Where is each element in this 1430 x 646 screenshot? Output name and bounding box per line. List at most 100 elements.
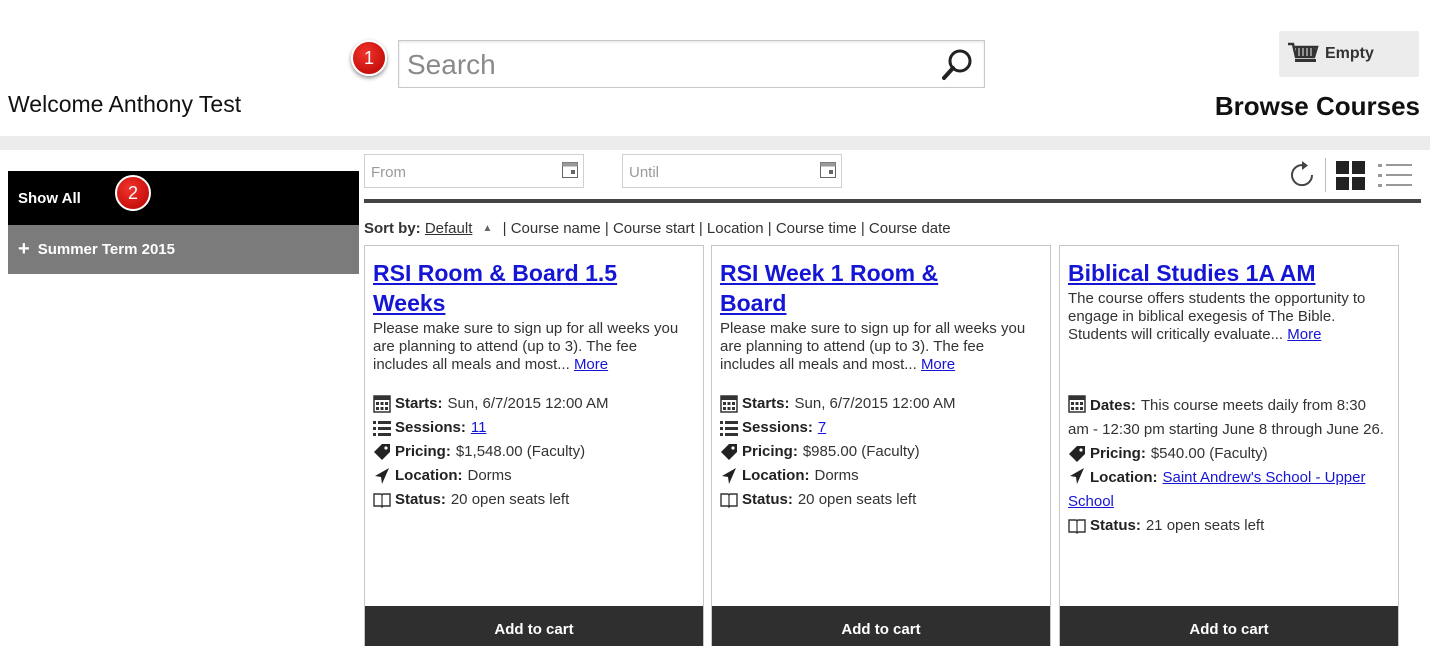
- price-tag-icon: [374, 444, 390, 460]
- starts-label: Starts:: [395, 395, 443, 412]
- sidebar: Show All + Summer Term 2015: [8, 171, 359, 274]
- price-tag-icon: [721, 444, 737, 460]
- pricing-label: Pricing:: [1090, 445, 1146, 462]
- course-description: Please make sure to sign up for all week…: [373, 320, 695, 374]
- sessions-label: Sessions:: [395, 419, 466, 436]
- location-arrow-icon: [375, 468, 389, 484]
- list-view-icon[interactable]: [1377, 160, 1413, 192]
- sidebar-item-label: Summer Term 2015: [37, 241, 175, 258]
- course-card: RSI Week 1 Room & Board Please make sure …: [711, 245, 1051, 646]
- calendar-icon: [720, 395, 738, 413]
- status-row: Status: 20 open seats left: [373, 488, 695, 512]
- description-text: Please make sure to sign up for all week…: [720, 320, 1026, 373]
- step-badge-2: 2: [115, 175, 151, 211]
- course-title-line[interactable]: Board: [720, 290, 786, 316]
- calendar-icon: [373, 395, 391, 413]
- calendar-icon[interactable]: [561, 161, 579, 179]
- location-arrow-icon: [1070, 468, 1084, 484]
- course-meta: Dates: This course meets daily from 8:30 …: [1068, 394, 1390, 538]
- refresh-icon[interactable]: [1285, 158, 1319, 192]
- sessions-label: Sessions:: [742, 419, 813, 436]
- starts-label: Starts:: [742, 395, 790, 412]
- course-title-line[interactable]: Weeks: [373, 290, 445, 316]
- sort-option-default[interactable]: Default: [425, 220, 473, 237]
- status-value: 20 open seats left: [797, 491, 917, 508]
- course-meta: Starts: Sun, 6/7/2015 12:00 AM Sessions: 7…: [720, 392, 1042, 512]
- course-title-line[interactable]: RSI Room & Board 1.5: [373, 260, 617, 286]
- sort-ascending-icon: ▲: [482, 223, 493, 234]
- sidebar-item-summer-term-2015[interactable]: + Summer Term 2015: [8, 225, 359, 274]
- book-icon: [1068, 519, 1086, 534]
- until-date-input[interactable]: [629, 161, 789, 183]
- numbered-list-icon: [720, 421, 738, 436]
- location-row: Location: Saint Andrew's School - Upper S…: [1068, 466, 1390, 514]
- toolbar-divider: [364, 199, 1421, 203]
- until-date-field[interactable]: [622, 154, 842, 188]
- sort-options[interactable]: | Course name | Course start | Location …: [503, 220, 951, 237]
- numbered-list-icon: [373, 421, 391, 436]
- toolbar-separator: [1325, 158, 1326, 192]
- course-title-link[interactable]: RSI Room & Board 1.5 Weeks: [373, 258, 695, 318]
- more-link[interactable]: More: [1287, 326, 1321, 343]
- add-to-cart-button[interactable]: Add to cart: [365, 606, 703, 646]
- location-label: Location:: [742, 467, 810, 484]
- cart-status: Empty: [1325, 45, 1374, 62]
- more-link[interactable]: More: [921, 356, 955, 373]
- course-card: RSI Room & Board 1.5 Weeks Please make su…: [364, 245, 704, 646]
- shopping-cart-icon: [1288, 42, 1319, 62]
- course-title-line[interactable]: RSI Week 1 Room &: [720, 260, 938, 286]
- sidebar-item-show-all[interactable]: Show All: [8, 171, 359, 225]
- sidebar-item-label: Show All: [18, 189, 81, 207]
- expand-plus-icon: +: [18, 238, 30, 260]
- starts-row: Starts: Sun, 6/7/2015 12:00 AM: [720, 392, 1042, 416]
- status-row: Status: 21 open seats left: [1068, 514, 1390, 538]
- status-label: Status:: [742, 491, 793, 508]
- course-description: Please make sure to sign up for all week…: [720, 320, 1042, 374]
- header-divider-band: [0, 136, 1430, 150]
- status-row: Status: 20 open seats left: [720, 488, 1042, 512]
- calendar-icon[interactable]: [819, 161, 837, 179]
- status-value: 21 open seats left: [1145, 517, 1265, 534]
- more-link[interactable]: More: [574, 356, 608, 373]
- sort-label: Sort by:: [364, 220, 421, 237]
- dates-row: Dates: This course meets daily from 8:30 …: [1068, 394, 1390, 442]
- search-input[interactable]: [407, 47, 927, 83]
- cart-button[interactable]: Empty: [1279, 31, 1419, 77]
- search-icon[interactable]: [940, 48, 974, 82]
- location-row: Location: Dorms: [373, 464, 695, 488]
- add-to-cart-button[interactable]: Add to cart: [1060, 606, 1398, 646]
- location-value: Dorms: [814, 467, 859, 484]
- course-meta: Starts: Sun, 6/7/2015 12:00 AM Sessions: 1…: [373, 392, 695, 512]
- grid-view-icon[interactable]: [1335, 160, 1367, 192]
- sessions-row: Sessions: 11: [373, 416, 695, 440]
- description-text: Please make sure to sign up for all week…: [373, 320, 679, 373]
- from-date-field[interactable]: [364, 154, 584, 188]
- pricing-row: Pricing: $1,548.00 (Faculty): [373, 440, 695, 464]
- pricing-row: Pricing: $985.00 (Faculty): [720, 440, 1042, 464]
- sort-bar: Sort by: Default ▲ | Course name | Cours…: [364, 220, 951, 237]
- sessions-link[interactable]: 11: [471, 416, 487, 440]
- sessions-row: Sessions: 7: [720, 416, 1042, 440]
- pricing-label: Pricing:: [742, 443, 798, 460]
- course-description: The course offers students the opportuni…: [1068, 290, 1390, 386]
- price-tag-icon: [1069, 446, 1085, 462]
- search-box[interactable]: [398, 40, 985, 88]
- location-label: Location:: [395, 467, 463, 484]
- course-title-link[interactable]: RSI Week 1 Room & Board: [720, 258, 1042, 318]
- pricing-value: $1,548.00 (Faculty): [455, 443, 586, 460]
- step-badge-1: 1: [351, 40, 387, 76]
- starts-value: Sun, 6/7/2015 12:00 AM: [794, 395, 956, 412]
- calendar-icon: [1068, 395, 1086, 413]
- course-title-link[interactable]: Biblical Studies 1A AM: [1068, 258, 1390, 288]
- page-title: Browse Courses: [1214, 91, 1420, 121]
- book-icon: [720, 493, 738, 508]
- dates-label: Dates:: [1090, 397, 1136, 414]
- status-label: Status:: [1090, 517, 1141, 534]
- from-date-input[interactable]: [371, 161, 531, 183]
- location-value: Dorms: [467, 467, 512, 484]
- pricing-value: $540.00 (Faculty): [1150, 445, 1268, 462]
- add-to-cart-button[interactable]: Add to cart: [712, 606, 1050, 646]
- location-row: Location: Dorms: [720, 464, 1042, 488]
- sessions-link[interactable]: 7: [818, 416, 826, 440]
- pricing-label: Pricing:: [395, 443, 451, 460]
